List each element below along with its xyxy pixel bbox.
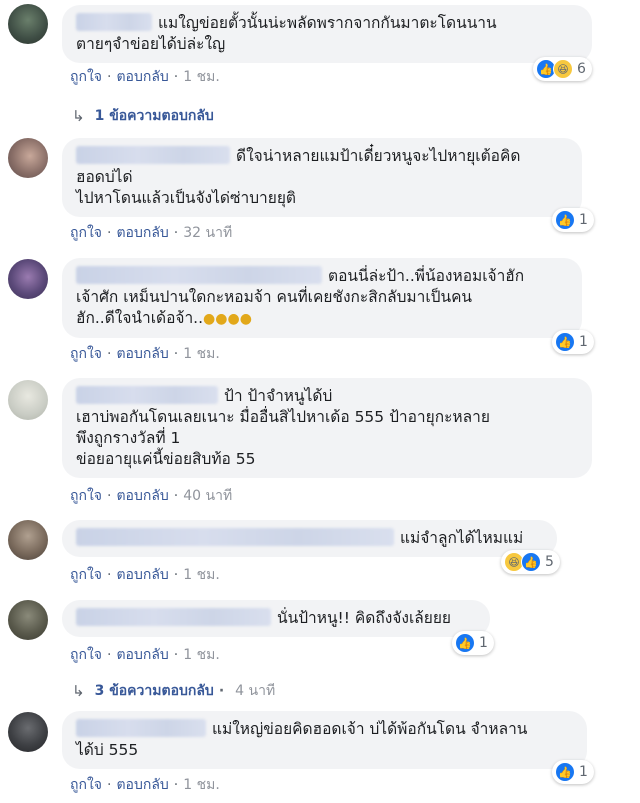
separator-dot: ·: [107, 488, 112, 504]
reply-link[interactable]: ตอบกลับ: [116, 343, 168, 365]
reply-arrow-icon: ↳: [72, 107, 85, 125]
separator-dot: ·: [107, 346, 112, 362]
reaction-count: 5: [545, 554, 554, 570]
comment-bubble: ดีใจน่าหลายแมป้าเดี๋ยวหนูจะไปหายุเต้อคิด…: [62, 138, 582, 217]
like-icon: 👍: [455, 633, 475, 653]
separator-dot: ·: [173, 346, 179, 362]
comment-bubble: แมใญข่อยตั้วนั้นน่ะพลัดพรากจากกันมาตะโดน…: [62, 5, 592, 63]
like-icon: 👍: [555, 332, 575, 352]
like-icon: 👍: [555, 210, 575, 230]
emoji-group: ●●●●: [203, 311, 252, 327]
like-link[interactable]: ถูกใจ: [70, 66, 102, 88]
separator-dot: ·: [173, 777, 179, 793]
comment-bubble: ป้า ป้าจำหนูได้บ่ เฮาบ่พอกันโดนเลยเนาะ ม…: [62, 378, 592, 478]
reply-link[interactable]: ตอบกลับ: [116, 66, 168, 88]
comment-time: 1 ชม.: [183, 346, 220, 362]
separator-dot: ·: [107, 777, 112, 793]
comment-time: 1 ชม.: [183, 647, 220, 663]
comment-bubble: แม่ใหญ่ข่อยคิดฮอดเจ้า บ่ได้พ้อกันโดน จำห…: [62, 711, 587, 769]
blurred-author-name: [76, 719, 206, 737]
reaction-count: 1: [579, 334, 588, 350]
reply-link[interactable]: ตอบกลับ: [116, 485, 168, 507]
separator-dot: ·: [173, 567, 179, 583]
reply-link[interactable]: ตอบกลับ: [116, 564, 168, 586]
replies-time: 4 นาที: [235, 683, 276, 699]
avatar[interactable]: [8, 4, 48, 44]
blurred-author-name: [76, 13, 152, 31]
reaction-summary[interactable]: 👍 1: [552, 760, 594, 784]
reaction-summary[interactable]: 👍 1: [452, 631, 494, 655]
comment-actions: ถูกใจ · ตอบกลับ · 1 ชม.: [70, 66, 220, 88]
view-replies-link[interactable]: ↳ 1 ข้อความตอบกลับ: [72, 105, 214, 127]
like-link[interactable]: ถูกใจ: [70, 222, 102, 244]
separator-dot: ·: [173, 225, 179, 241]
separator-dot: ·: [173, 488, 179, 504]
comment-time: 1 ชม.: [183, 567, 220, 583]
view-replies-link[interactable]: ↳ 3 ข้อความตอบกลับ · 4 นาที: [72, 680, 275, 702]
blurred-author-name: [76, 266, 322, 284]
reaction-summary[interactable]: 👍 1: [552, 330, 594, 354]
reply-link[interactable]: ตอบกลับ: [116, 774, 168, 796]
separator-dot: ·: [107, 647, 112, 663]
avatar[interactable]: [8, 712, 48, 752]
comment-actions: ถูกใจ · ตอบกลับ · 1 ชม.: [70, 343, 220, 365]
replies-label: 1 ข้อความตอบกลับ: [94, 108, 214, 124]
comment-actions: ถูกใจ · ตอบกลับ · 1 ชม.: [70, 564, 220, 586]
comment-bubble: ตอนนี่ล่ะป้า..พี่น้องหอมเจ้าฮัก เจ้าศัก …: [62, 258, 582, 338]
reaction-summary[interactable]: 👍 😆 6: [533, 57, 592, 81]
reaction-summary[interactable]: 👍 1: [552, 208, 594, 232]
like-icon: 👍: [521, 552, 541, 572]
avatar[interactable]: [8, 380, 48, 420]
separator-dot: ·: [107, 225, 112, 241]
blurred-author-name: [76, 608, 271, 626]
blurred-author-name: [76, 146, 230, 164]
comment-bubble: แม่จำลูกได้ไหมแม่: [62, 520, 557, 557]
reaction-count: 1: [579, 764, 588, 780]
reaction-count: 1: [579, 212, 588, 228]
blurred-author-name: [76, 386, 218, 404]
replies-label: 3 ข้อความตอบกลับ: [94, 683, 214, 699]
comment-bubble: นั่นป้าหนู!! คิดถึงจังเล้ยยย: [62, 600, 490, 637]
comment-actions: ถูกใจ · ตอบกลับ · 1 ชม.: [70, 774, 220, 796]
comment-time: 1 ชม.: [183, 777, 220, 793]
avatar[interactable]: [8, 520, 48, 560]
reply-link[interactable]: ตอบกลับ: [116, 644, 168, 666]
comment-actions: ถูกใจ · ตอบกลับ · 1 ชม.: [70, 644, 220, 666]
like-link[interactable]: ถูกใจ: [70, 485, 102, 507]
like-link[interactable]: ถูกใจ: [70, 343, 102, 365]
blurred-author-name: [76, 528, 394, 546]
separator-dot: ·: [218, 683, 225, 699]
comment-time: 1 ชม.: [183, 69, 220, 85]
comment-actions: ถูกใจ · ตอบกลับ · 32 นาที: [70, 222, 232, 244]
comment-time: 32 นาที: [183, 225, 233, 241]
reply-arrow-icon: ↳: [72, 682, 85, 700]
separator-dot: ·: [173, 647, 179, 663]
separator-dot: ·: [107, 69, 112, 85]
like-icon: 👍: [555, 762, 575, 782]
reaction-count: 6: [577, 61, 586, 77]
haha-icon: 😆: [553, 59, 573, 79]
like-link[interactable]: ถูกใจ: [70, 644, 102, 666]
reaction-summary[interactable]: 😆 👍 5: [501, 550, 560, 574]
avatar[interactable]: [8, 600, 48, 640]
separator-dot: ·: [107, 567, 112, 583]
like-link[interactable]: ถูกใจ: [70, 774, 102, 796]
comment-actions: ถูกใจ · ตอบกลับ · 40 นาที: [70, 485, 232, 507]
avatar[interactable]: [8, 138, 48, 178]
reaction-count: 1: [479, 635, 488, 651]
separator-dot: ·: [173, 69, 179, 85]
comment-time: 40 นาที: [183, 488, 233, 504]
comment-text: นั่นป้าหนู!! คิดถึงจังเล้ยยย: [277, 609, 451, 627]
reply-link[interactable]: ตอบกลับ: [116, 222, 168, 244]
avatar[interactable]: [8, 259, 48, 299]
comment-text: แม่จำลูกได้ไหมแม่: [400, 529, 524, 547]
like-link[interactable]: ถูกใจ: [70, 564, 102, 586]
